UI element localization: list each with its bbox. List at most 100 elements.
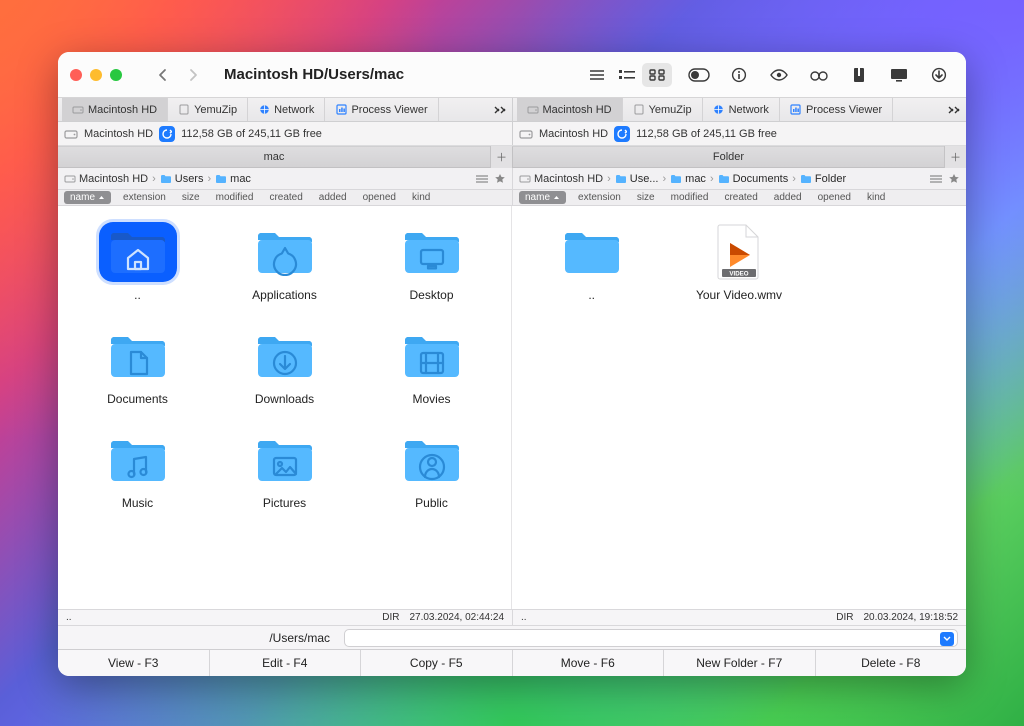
desktop-icon[interactable] (884, 63, 914, 87)
grid-view-button[interactable] (642, 63, 672, 87)
nav-back-button[interactable] (148, 62, 178, 88)
tab-label: Macintosh HD (88, 104, 157, 116)
columns-view-button[interactable] (612, 63, 642, 87)
breadcrumb-segment[interactable]: Folder (800, 173, 846, 185)
column-headers: name extensionsizemodifiedcreatedaddedop… (58, 190, 966, 206)
path-dropdown-icon[interactable] (940, 632, 954, 646)
footer-button[interactable]: View - F3 (58, 650, 210, 676)
tab-label: YemuZip (194, 104, 237, 116)
folder-item[interactable]: Pictures (213, 424, 356, 516)
breadcrumb-segment[interactable]: Users (160, 173, 204, 185)
column-header-modified[interactable]: modified (212, 192, 258, 203)
folder-icon (393, 222, 471, 282)
reload-right-button[interactable] (614, 126, 630, 142)
column-header-opened[interactable]: opened (359, 192, 400, 203)
folder-item[interactable]: .. (66, 216, 209, 308)
info-icon[interactable] (724, 63, 754, 87)
item-label: Movies (412, 392, 450, 406)
column-header-size[interactable]: size (178, 192, 204, 203)
item-label: Public (415, 496, 448, 510)
location-tab[interactable]: Network (703, 98, 780, 121)
binoculars-icon[interactable] (804, 63, 834, 87)
star-icon[interactable] (494, 173, 506, 185)
nav-forward-button[interactable] (178, 62, 208, 88)
more-tabs-right[interactable] (942, 105, 966, 115)
folder-item[interactable]: Movies (360, 320, 503, 412)
column-header-kind[interactable]: kind (408, 192, 434, 203)
footer-button[interactable]: Copy - F5 (361, 650, 513, 676)
folder-item[interactable]: Public (360, 424, 503, 516)
chevron-right-icon: › (605, 173, 613, 185)
pane-tab-right[interactable]: Folder (513, 151, 944, 163)
breadcrumb-segment[interactable]: Macintosh HD (64, 173, 148, 185)
add-tab-right[interactable]: ＋ (944, 146, 966, 168)
folder-item[interactable]: Desktop (360, 216, 503, 308)
column-header-kind[interactable]: kind (863, 192, 889, 203)
location-tab[interactable]: Network (248, 98, 325, 121)
folder-item[interactable]: Applications (213, 216, 356, 308)
folder-item[interactable]: Music (66, 424, 209, 516)
breadcrumb-segment[interactable]: mac (215, 173, 251, 185)
star-icon[interactable] (948, 173, 960, 185)
column-header-modified[interactable]: modified (667, 192, 713, 203)
left-pane[interactable]: ..ApplicationsDesktopDocumentsDownloadsM… (58, 206, 512, 609)
folder-item[interactable]: Downloads (213, 320, 356, 412)
footer-button[interactable]: Move - F6 (513, 650, 665, 676)
chevron-right-icon: › (150, 173, 158, 185)
column-header-created[interactable]: created (265, 192, 306, 203)
pane-tab-left[interactable]: mac (58, 151, 490, 163)
list-toggle-icon[interactable] (930, 174, 942, 184)
tab-label: YemuZip (649, 104, 692, 116)
add-tab-left[interactable]: ＋ (490, 146, 512, 168)
location-tab[interactable]: Process Viewer (325, 98, 438, 121)
location-tab[interactable]: YemuZip (623, 98, 703, 121)
tab-label: Process Viewer (351, 104, 427, 116)
breadcrumb-segment[interactable]: Use... (615, 173, 659, 185)
column-header-name[interactable]: name (519, 191, 566, 204)
column-header-added[interactable]: added (770, 192, 806, 203)
folder-item[interactable]: Documents (66, 320, 209, 412)
file-item[interactable]: VIDEOYour Video.wmv (667, 216, 810, 308)
minimize-button[interactable] (90, 69, 102, 81)
drive-name-right: Macintosh HD (539, 128, 608, 140)
location-tab[interactable]: Process Viewer (780, 98, 893, 121)
column-header-extension[interactable]: extension (119, 192, 170, 203)
breadcrumb-segment[interactable]: Macintosh HD (519, 173, 603, 185)
location-tab[interactable]: YemuZip (168, 98, 248, 121)
right-pane[interactable]: ..VIDEOYour Video.wmv (512, 206, 966, 609)
item-label: Pictures (263, 496, 306, 510)
zoom-button[interactable] (110, 69, 122, 81)
drive-icon (64, 128, 78, 140)
drive-free-right: 112,58 GB of 245,11 GB free (636, 128, 777, 140)
breadcrumb-segment[interactable]: Documents (718, 173, 789, 185)
footer-button[interactable]: Delete - F8 (816, 650, 967, 676)
breadcrumb-right: Macintosh HD› Use...› mac› Documents› Fo… (512, 168, 966, 190)
column-header-opened[interactable]: opened (814, 192, 855, 203)
close-button[interactable] (70, 69, 82, 81)
item-label: Desktop (409, 288, 453, 302)
column-header-created[interactable]: created (720, 192, 761, 203)
eye-icon[interactable] (764, 63, 794, 87)
tab-label: Process Viewer (806, 104, 882, 116)
drive-name-left: Macintosh HD (84, 128, 153, 140)
column-header-name[interactable]: name (64, 191, 111, 204)
list-toggle-icon[interactable] (476, 174, 488, 184)
reload-left-button[interactable] (159, 126, 175, 142)
toggle-switch-icon[interactable] (684, 63, 714, 87)
more-tabs-left[interactable] (488, 105, 512, 115)
location-tab[interactable]: Macintosh HD (517, 98, 623, 121)
list-view-button[interactable] (582, 63, 612, 87)
drive-info-row: Macintosh HD 112,58 GB of 245,11 GB free… (58, 122, 966, 146)
column-header-size[interactable]: size (633, 192, 659, 203)
download-icon[interactable] (924, 63, 954, 87)
breadcrumb-segment[interactable]: mac (670, 173, 706, 185)
location-tab[interactable]: Macintosh HD (62, 98, 168, 121)
archive-icon[interactable] (844, 63, 874, 87)
footer-button[interactable]: Edit - F4 (210, 650, 362, 676)
column-header-extension[interactable]: extension (574, 192, 625, 203)
folder-icon (246, 326, 324, 386)
footer-button[interactable]: New Folder - F7 (664, 650, 816, 676)
column-header-added[interactable]: added (315, 192, 351, 203)
path-input[interactable] (344, 629, 958, 647)
folder-item[interactable]: .. (520, 216, 663, 308)
